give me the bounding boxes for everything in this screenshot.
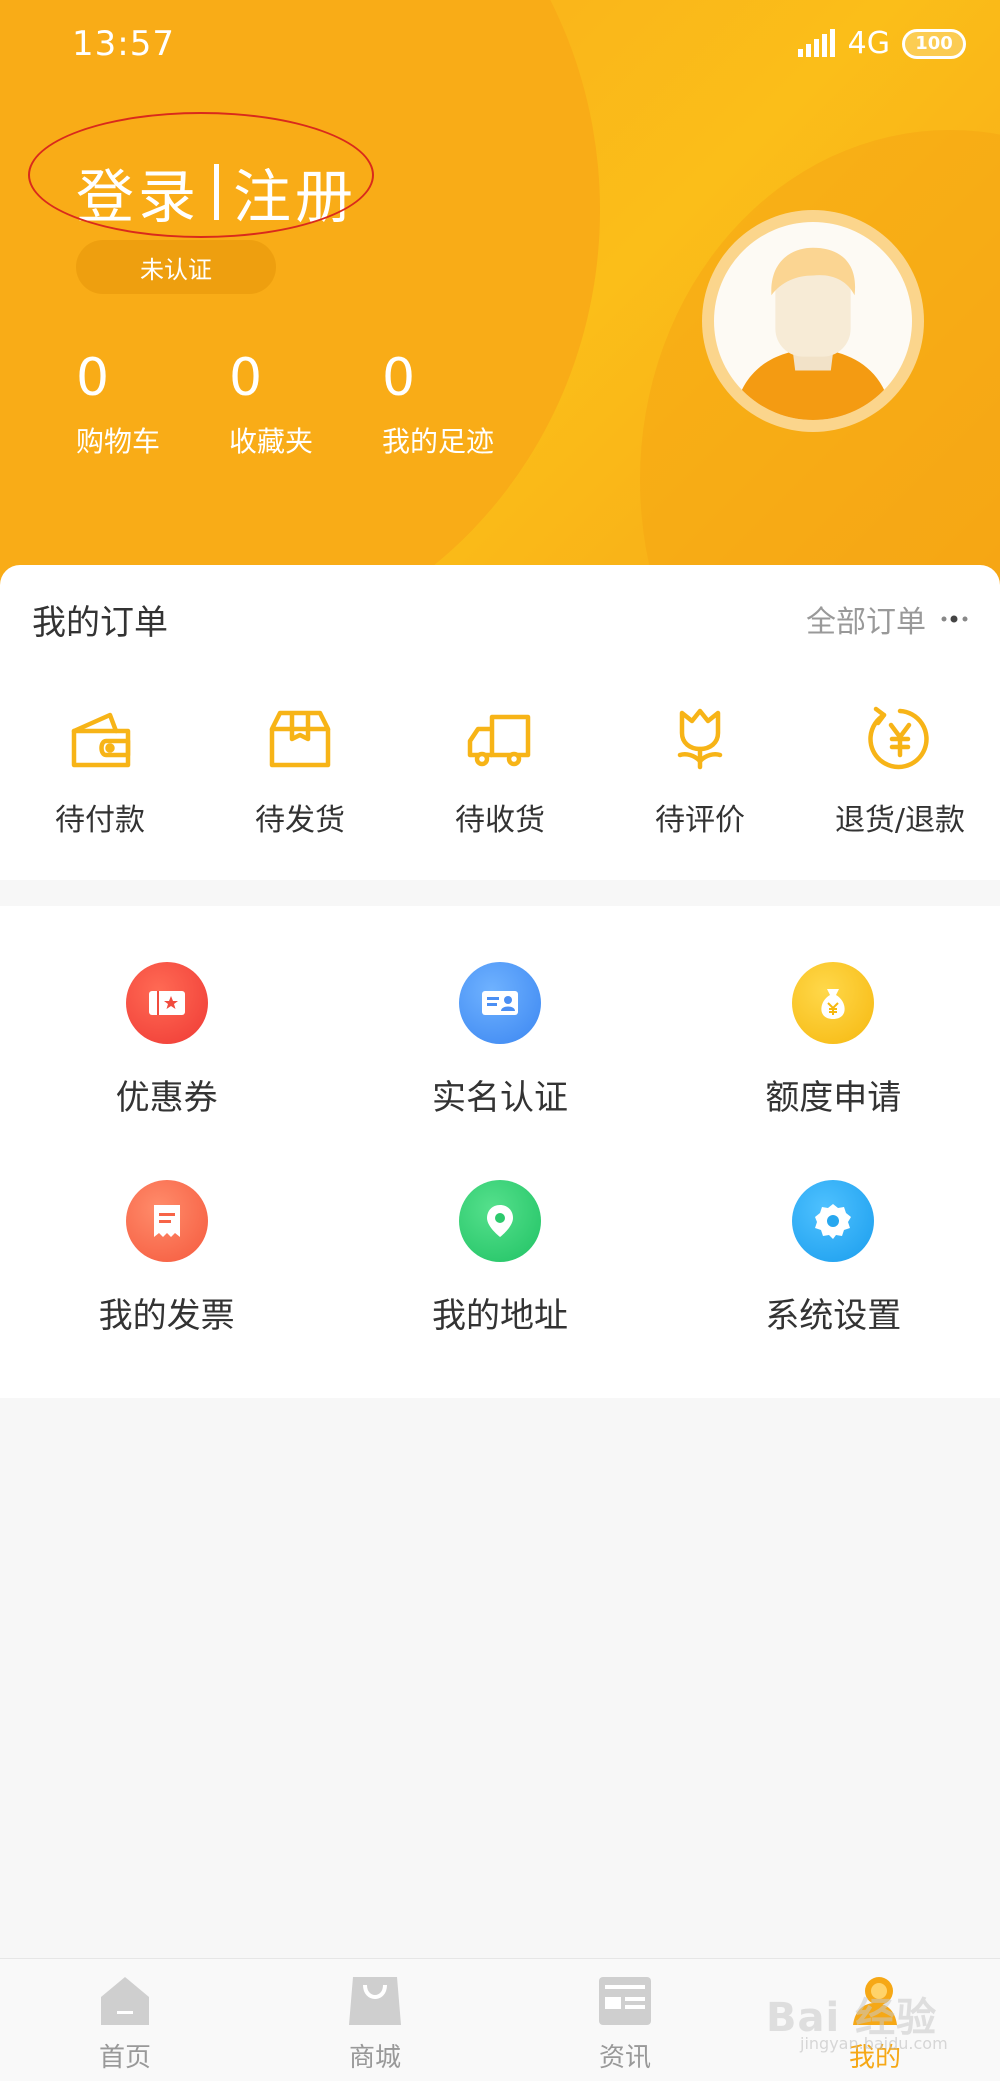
service-label: 实名认证 bbox=[431, 1078, 568, 1118]
certification-label: 未认证 bbox=[140, 255, 212, 284]
service-label: 优惠券 bbox=[115, 1078, 218, 1118]
service-coupons[interactable]: 优惠券 bbox=[0, 962, 333, 1180]
order-label: 待付款 bbox=[55, 803, 145, 838]
order-label: 退货/退款 bbox=[834, 803, 966, 838]
status-time: 13:57 bbox=[72, 24, 175, 64]
order-label: 待评价 bbox=[655, 803, 745, 838]
order-status-list: 待付款 待发货 待收货 待评价 退货/退款 bbox=[0, 705, 1000, 839]
order-label: 待发货 bbox=[255, 803, 345, 838]
service-label: 我的地址 bbox=[431, 1296, 568, 1336]
baidu-watermark-url: jingyan.baidu.com bbox=[800, 2034, 948, 2053]
location-pin-icon bbox=[458, 1180, 541, 1262]
stat-label: 购物车 bbox=[76, 425, 161, 458]
signal-icon bbox=[797, 28, 835, 57]
stat-favorites[interactable]: 0 收藏夹 bbox=[229, 350, 382, 460]
shopping-bag-icon bbox=[349, 1977, 401, 2025]
home-icon bbox=[101, 1977, 149, 2025]
nav-home[interactable]: 首页 bbox=[0, 1959, 250, 2081]
avatar[interactable] bbox=[702, 210, 924, 432]
nav-news[interactable]: 资讯 bbox=[500, 1959, 750, 2081]
service-real-name[interactable]: 实名认证 bbox=[333, 962, 666, 1180]
flower-icon bbox=[677, 708, 723, 770]
gear-icon bbox=[792, 1180, 875, 1262]
battery-level: 100 bbox=[915, 33, 953, 54]
nav-label: 首页 bbox=[98, 2043, 151, 2073]
header-decor-wave bbox=[0, 0, 600, 620]
status-bar: 13:57 4G 100 bbox=[0, 0, 1000, 90]
more-dots-icon bbox=[941, 615, 968, 623]
service-settings[interactable]: 系统设置 bbox=[667, 1180, 1000, 1398]
certification-badge[interactable]: 未认证 bbox=[76, 240, 276, 294]
all-orders-label: 全部订单 bbox=[806, 605, 926, 640]
order-pending-receipt[interactable]: 待收货 bbox=[400, 705, 600, 839]
orders-card: 我的订单 全部订单 待付款 待发货 待收货 待评价 退货/退款 bbox=[0, 565, 1000, 880]
nav-label: 资讯 bbox=[598, 2043, 651, 2073]
service-label: 额度申请 bbox=[765, 1078, 902, 1118]
money-bag-icon bbox=[792, 962, 875, 1044]
invoice-icon bbox=[125, 1180, 208, 1262]
refund-icon bbox=[868, 706, 929, 770]
id-card-icon bbox=[458, 962, 541, 1044]
nav-mall[interactable]: 商城 bbox=[250, 1959, 500, 2081]
service-label: 我的发票 bbox=[98, 1296, 235, 1336]
box-icon bbox=[269, 710, 331, 768]
avatar-image bbox=[714, 222, 912, 420]
order-pending-payment[interactable]: 待付款 bbox=[0, 705, 200, 839]
order-label: 待收货 bbox=[455, 803, 545, 838]
stat-label: 我的足迹 bbox=[382, 425, 495, 458]
service-label: 系统设置 bbox=[765, 1296, 902, 1336]
stat-value: 0 bbox=[382, 348, 416, 408]
battery-icon: 100 bbox=[902, 28, 966, 59]
profile-stats: 0 购物车 0 收藏夹 0 我的足迹 bbox=[76, 350, 535, 460]
order-pending-review[interactable]: 待评价 bbox=[600, 705, 800, 839]
services-card: 优惠券 实名认证 额度申请 我的发票 我的地址 系统设置 bbox=[0, 906, 1000, 1398]
coupon-icon bbox=[125, 962, 208, 1044]
stat-footprints[interactable]: 0 我的足迹 bbox=[382, 350, 535, 460]
service-credit-apply[interactable]: 额度申请 bbox=[667, 962, 1000, 1180]
annotation-circle bbox=[28, 112, 374, 238]
service-invoices[interactable]: 我的发票 bbox=[0, 1180, 333, 1398]
order-pending-shipment[interactable]: 待发货 bbox=[200, 705, 400, 839]
wallet-icon bbox=[71, 712, 131, 768]
status-indicators: 4G 100 bbox=[796, 26, 966, 61]
avatar-person-icon bbox=[733, 247, 893, 420]
stat-cart[interactable]: 0 购物车 bbox=[76, 350, 229, 460]
stat-value: 0 bbox=[229, 348, 263, 408]
order-refund[interactable]: 退货/退款 bbox=[800, 705, 1000, 839]
profile-header: 13:57 4G 100 登录 注册 未认证 0 购物车 0 收藏夹 0 我的足… bbox=[0, 0, 1000, 620]
services-grid: 优惠券 实名认证 额度申请 我的发票 我的地址 系统设置 bbox=[0, 962, 1000, 1398]
orders-title: 我的订单 bbox=[32, 603, 168, 643]
stat-label: 收藏夹 bbox=[229, 425, 314, 458]
all-orders-link[interactable]: 全部订单 bbox=[806, 597, 970, 641]
network-type: 4G bbox=[847, 26, 890, 61]
nav-label: 商城 bbox=[348, 2043, 401, 2073]
truck-icon bbox=[467, 714, 531, 767]
news-icon bbox=[599, 1977, 651, 2025]
service-addresses[interactable]: 我的地址 bbox=[333, 1180, 666, 1398]
stat-value: 0 bbox=[76, 348, 110, 408]
